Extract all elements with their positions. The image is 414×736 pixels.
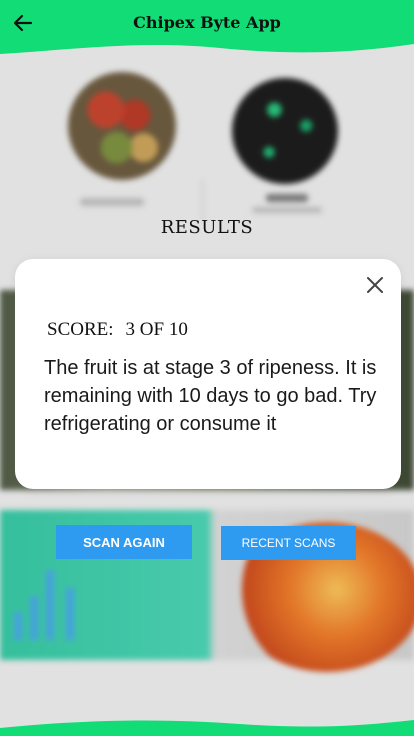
close-button[interactable]: [365, 275, 385, 295]
close-icon: [367, 277, 383, 293]
app-title: Chipex Byte App: [133, 13, 281, 32]
score-value: 3 OF 10: [125, 319, 188, 340]
score-row: SCORE: 3 OF 10: [47, 319, 188, 341]
score-label: SCORE:: [47, 319, 114, 340]
footer-wave: [0, 720, 414, 736]
recent-scans-button[interactable]: RECENT SCANS: [221, 526, 356, 560]
app-header: Chipex Byte App: [0, 0, 414, 62]
ripeness-message: The fruit is at stage 3 of ripeness. It …: [44, 357, 377, 435]
scan-again-button[interactable]: SCAN AGAIN: [56, 525, 192, 559]
results-modal: SCORE: 3 OF 10 The fruit is at stage 3 of…: [15, 259, 401, 489]
results-heading: RESULTS: [160, 217, 254, 238]
